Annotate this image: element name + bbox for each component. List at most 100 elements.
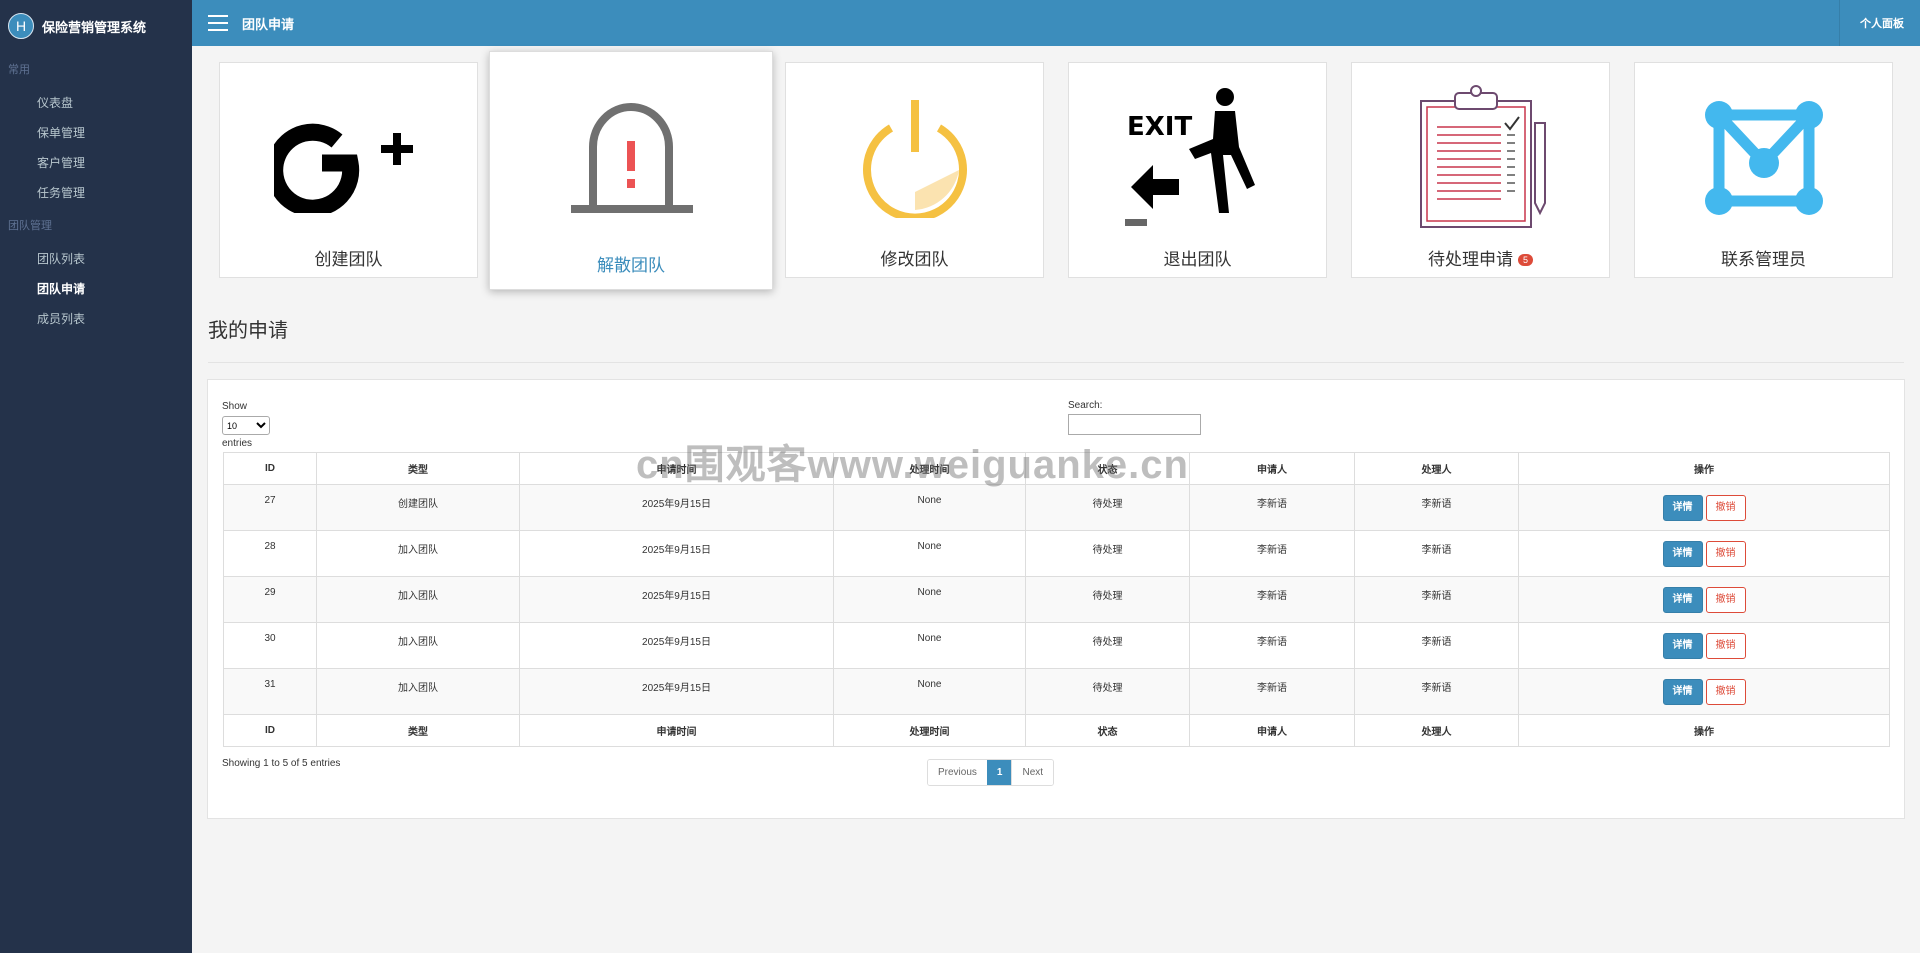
table-footer-row: ID 类型 申请时间 处理时间 状态 申请人 处理人 操作 (223, 714, 1890, 747)
sidebar-item-dashboard[interactable]: 仪表盘 (0, 88, 192, 118)
cell-applied-time: 2025年9月15日 (519, 484, 834, 531)
sidebar-item-members[interactable]: 成员列表 (0, 304, 192, 334)
dissolve-team-card[interactable]: 解散团队 (489, 51, 773, 290)
col-status[interactable]: 状态 (1025, 452, 1190, 485)
cell-applicant: 李新语 (1189, 484, 1355, 531)
detail-button[interactable]: 详情 (1662, 541, 1703, 567)
cell-handler: 李新语 (1354, 530, 1519, 577)
contact-admin-card[interactable]: 联系管理员 (1634, 62, 1893, 278)
table-header-row: ID 类型 申请时间 处理时间 状态 申请人 处理人 操作 (223, 452, 1890, 485)
network-envelope-icon (1635, 83, 1892, 233)
page-length-select[interactable]: 10 (222, 416, 270, 435)
cell-type: 加入团队 (316, 530, 520, 577)
col-applied-time[interactable]: 申请时间 (519, 452, 834, 485)
revoke-button[interactable]: 撤销 (1705, 495, 1746, 521)
revoke-button[interactable]: 撤销 (1705, 679, 1746, 705)
cell-status: 待处理 (1025, 484, 1190, 531)
pagination-page-current[interactable]: 1 (986, 760, 1012, 785)
cell-status: 待处理 (1025, 622, 1190, 669)
create-team-card[interactable]: 创建团队 (219, 62, 478, 278)
sidebar-item-tasks[interactable]: 任务管理 (0, 178, 192, 208)
detail-button[interactable]: 详情 (1662, 633, 1703, 659)
pagination-previous[interactable]: Previous (928, 760, 987, 785)
exit-team-label: 退出团队 (1163, 250, 1232, 269)
search-label: Search: (1068, 400, 1103, 411)
foot-applicant: 申请人 (1189, 714, 1355, 747)
brand[interactable]: H 保险营销管理系统 (0, 0, 192, 52)
cell-applicant: 李新语 (1189, 530, 1355, 577)
foot-id: ID (223, 714, 317, 747)
foot-status: 状态 (1025, 714, 1190, 747)
search-control: Search: (1068, 400, 1201, 435)
pagination-next[interactable]: Next (1011, 760, 1054, 785)
modify-team-card[interactable]: 修改团队 (785, 62, 1044, 278)
revoke-button[interactable]: 撤销 (1705, 633, 1746, 659)
cell-id: 27 (223, 484, 317, 531)
applications-table: ID 类型 申请时间 处理时间 状态 申请人 处理人 操作 27 创建团队 20… (223, 452, 1890, 747)
contact-admin-label: 联系管理员 (1721, 250, 1806, 269)
detail-button[interactable]: 详情 (1662, 495, 1703, 521)
pending-count-badge: 5 (1517, 254, 1533, 266)
pending-applications-text: 待处理申请 (1427, 250, 1513, 269)
cell-processed-time: None (833, 576, 1026, 623)
cell-id: 31 (223, 668, 317, 715)
detail-button[interactable]: 详情 (1662, 679, 1703, 705)
cell-applicant: 李新语 (1189, 668, 1355, 715)
cell-actions: 详情 撤销 (1518, 484, 1890, 531)
cell-processed-time: None (833, 530, 1026, 577)
modify-team-label: 修改团队 (880, 250, 949, 269)
cell-id: 29 (223, 576, 317, 623)
profile-panel-link[interactable]: 个人面板 (1839, 0, 1920, 46)
cell-handler: 李新语 (1354, 622, 1519, 669)
col-type[interactable]: 类型 (316, 452, 520, 485)
section-divider (208, 362, 1904, 363)
foot-type: 类型 (316, 714, 520, 747)
cell-handler: 李新语 (1354, 576, 1519, 623)
detail-button[interactable]: 详情 (1662, 587, 1703, 613)
pending-applications-label: 待处理申请 5 (1352, 245, 1609, 270)
cell-id: 28 (223, 530, 317, 577)
exit-sign-icon: EXIT (1069, 83, 1326, 233)
nav-group-common: 常用 (8, 64, 30, 76)
table-info: Showing 1 to 5 of 5 entries (222, 758, 341, 769)
col-applicant[interactable]: 申请人 (1189, 452, 1355, 485)
table-row: 28 加入团队 2025年9月15日 None 待处理 李新语 李新语 详情 撤销 (223, 530, 1890, 577)
cell-actions: 详情 撤销 (1518, 576, 1890, 623)
revoke-button[interactable]: 撤销 (1705, 587, 1746, 613)
cell-processed-time: None (833, 484, 1026, 531)
sidebar-item-team-list[interactable]: 团队列表 (0, 244, 192, 274)
cell-applicant: 李新语 (1189, 576, 1355, 623)
foot-applied-time: 申请时间 (519, 714, 834, 747)
pagination: Previous 1 Next (927, 759, 1055, 786)
power-icon (786, 83, 1043, 233)
cell-type: 加入团队 (316, 668, 520, 715)
sidebar-item-policies[interactable]: 保单管理 (0, 118, 192, 148)
cell-type: 加入团队 (316, 576, 520, 623)
table-row: 27 创建团队 2025年9月15日 None 待处理 李新语 李新语 详情 撤销 (223, 484, 1890, 531)
cell-status: 待处理 (1025, 530, 1190, 577)
menu-toggle-icon[interactable] (208, 15, 228, 31)
col-handler[interactable]: 处理人 (1354, 452, 1519, 485)
table-row: 29 加入团队 2025年9月15日 None 待处理 李新语 李新语 详情 撤销 (223, 576, 1890, 623)
search-input[interactable] (1068, 414, 1201, 435)
pending-applications-card[interactable]: 待处理申请 5 (1351, 62, 1610, 278)
cell-type: 加入团队 (316, 622, 520, 669)
exit-team-card[interactable]: EXIT 退出团队 (1068, 62, 1327, 278)
foot-actions: 操作 (1518, 714, 1890, 747)
col-processed-time[interactable]: 处理时间 (833, 452, 1026, 485)
cell-applied-time: 2025年9月15日 (519, 530, 834, 577)
length-label-show: Show (222, 401, 248, 412)
table-row: 30 加入团队 2025年9月15日 None 待处理 李新语 李新语 详情 撤销 (223, 622, 1890, 669)
cell-handler: 李新语 (1354, 484, 1519, 531)
sidebar-item-customers[interactable]: 客户管理 (0, 148, 192, 178)
dissolve-team-label: 解散团队 (597, 256, 665, 275)
nav-group-team: 团队管理 (8, 220, 52, 232)
sidebar-item-team-applications[interactable]: 团队申请 (0, 274, 192, 304)
col-id[interactable]: ID (223, 452, 317, 485)
cell-processed-time: None (833, 668, 1026, 715)
sidebar: H 保险营销管理系统 常用 仪表盘 保单管理 客户管理 任务管理 团队管理 团队… (0, 0, 192, 953)
clipboard-checklist-icon (1352, 83, 1609, 233)
cell-applied-time: 2025年9月15日 (519, 668, 834, 715)
cell-status: 待处理 (1025, 668, 1190, 715)
revoke-button[interactable]: 撤销 (1705, 541, 1746, 567)
